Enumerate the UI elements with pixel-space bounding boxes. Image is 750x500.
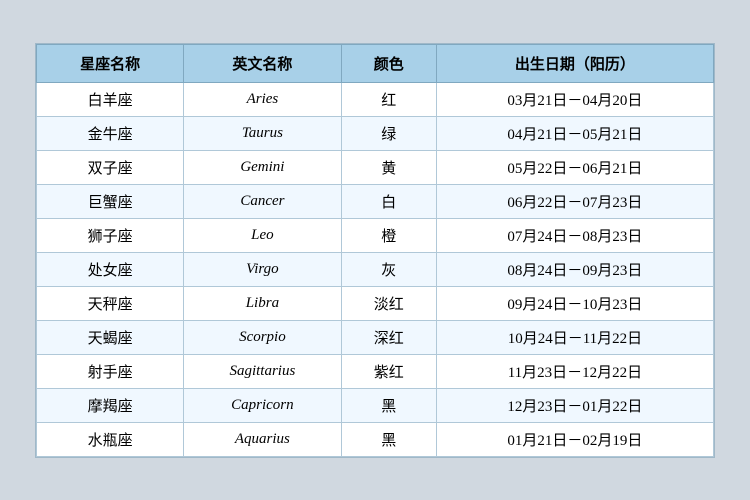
table-header-row: 星座名称 英文名称 颜色 出生日期（阳历） xyxy=(37,44,714,82)
cell-color: 绿 xyxy=(341,116,436,150)
cell-color: 黄 xyxy=(341,150,436,184)
zodiac-table: 星座名称 英文名称 颜色 出生日期（阳历） 白羊座Aries红03月21日－04… xyxy=(36,44,714,457)
cell-english-name: Scorpio xyxy=(184,320,341,354)
cell-color: 黑 xyxy=(341,388,436,422)
cell-color: 灰 xyxy=(341,252,436,286)
cell-dates: 05月22日－06月21日 xyxy=(436,150,713,184)
cell-english-name: Cancer xyxy=(184,184,341,218)
cell-color: 橙 xyxy=(341,218,436,252)
cell-color: 紫红 xyxy=(341,354,436,388)
cell-dates: 06月22日－07月23日 xyxy=(436,184,713,218)
header-color: 颜色 xyxy=(341,44,436,82)
cell-english-name: Leo xyxy=(184,218,341,252)
cell-dates: 10月24日－11月22日 xyxy=(436,320,713,354)
cell-dates: 11月23日－12月22日 xyxy=(436,354,713,388)
table-row: 巨蟹座Cancer白06月22日－07月23日 xyxy=(37,184,714,218)
cell-chinese-name: 狮子座 xyxy=(37,218,184,252)
table-row: 天蝎座Scorpio深红10月24日－11月22日 xyxy=(37,320,714,354)
cell-dates: 09月24日－10月23日 xyxy=(436,286,713,320)
cell-chinese-name: 巨蟹座 xyxy=(37,184,184,218)
table-row: 天秤座Libra淡红09月24日－10月23日 xyxy=(37,286,714,320)
cell-dates: 08月24日－09月23日 xyxy=(436,252,713,286)
table-row: 双子座Gemini黄05月22日－06月21日 xyxy=(37,150,714,184)
cell-chinese-name: 白羊座 xyxy=(37,82,184,116)
header-english-name: 英文名称 xyxy=(184,44,341,82)
cell-english-name: Virgo xyxy=(184,252,341,286)
cell-color: 淡红 xyxy=(341,286,436,320)
cell-english-name: Gemini xyxy=(184,150,341,184)
cell-chinese-name: 射手座 xyxy=(37,354,184,388)
cell-english-name: Aries xyxy=(184,82,341,116)
table-body: 白羊座Aries红03月21日－04月20日金牛座Taurus绿04月21日－0… xyxy=(37,82,714,456)
cell-color: 红 xyxy=(341,82,436,116)
cell-dates: 01月21日－02月19日 xyxy=(436,422,713,456)
cell-english-name: Libra xyxy=(184,286,341,320)
table-row: 摩羯座Capricorn黑12月23日－01月22日 xyxy=(37,388,714,422)
cell-chinese-name: 天秤座 xyxy=(37,286,184,320)
cell-dates: 12月23日－01月22日 xyxy=(436,388,713,422)
cell-english-name: Aquarius xyxy=(184,422,341,456)
cell-chinese-name: 天蝎座 xyxy=(37,320,184,354)
cell-dates: 03月21日－04月20日 xyxy=(436,82,713,116)
cell-english-name: Taurus xyxy=(184,116,341,150)
table-row: 白羊座Aries红03月21日－04月20日 xyxy=(37,82,714,116)
table-row: 狮子座Leo橙07月24日－08月23日 xyxy=(37,218,714,252)
cell-english-name: Capricorn xyxy=(184,388,341,422)
cell-color: 黑 xyxy=(341,422,436,456)
cell-chinese-name: 摩羯座 xyxy=(37,388,184,422)
table-row: 处女座Virgo灰08月24日－09月23日 xyxy=(37,252,714,286)
cell-chinese-name: 处女座 xyxy=(37,252,184,286)
table-row: 水瓶座Aquarius黑01月21日－02月19日 xyxy=(37,422,714,456)
table-row: 金牛座Taurus绿04月21日－05月21日 xyxy=(37,116,714,150)
table-row: 射手座Sagittarius紫红11月23日－12月22日 xyxy=(37,354,714,388)
cell-chinese-name: 双子座 xyxy=(37,150,184,184)
cell-chinese-name: 金牛座 xyxy=(37,116,184,150)
cell-dates: 04月21日－05月21日 xyxy=(436,116,713,150)
cell-color: 深红 xyxy=(341,320,436,354)
cell-chinese-name: 水瓶座 xyxy=(37,422,184,456)
header-dates: 出生日期（阳历） xyxy=(436,44,713,82)
cell-color: 白 xyxy=(341,184,436,218)
cell-dates: 07月24日－08月23日 xyxy=(436,218,713,252)
cell-english-name: Sagittarius xyxy=(184,354,341,388)
header-chinese-name: 星座名称 xyxy=(37,44,184,82)
zodiac-table-container: 星座名称 英文名称 颜色 出生日期（阳历） 白羊座Aries红03月21日－04… xyxy=(35,43,715,458)
